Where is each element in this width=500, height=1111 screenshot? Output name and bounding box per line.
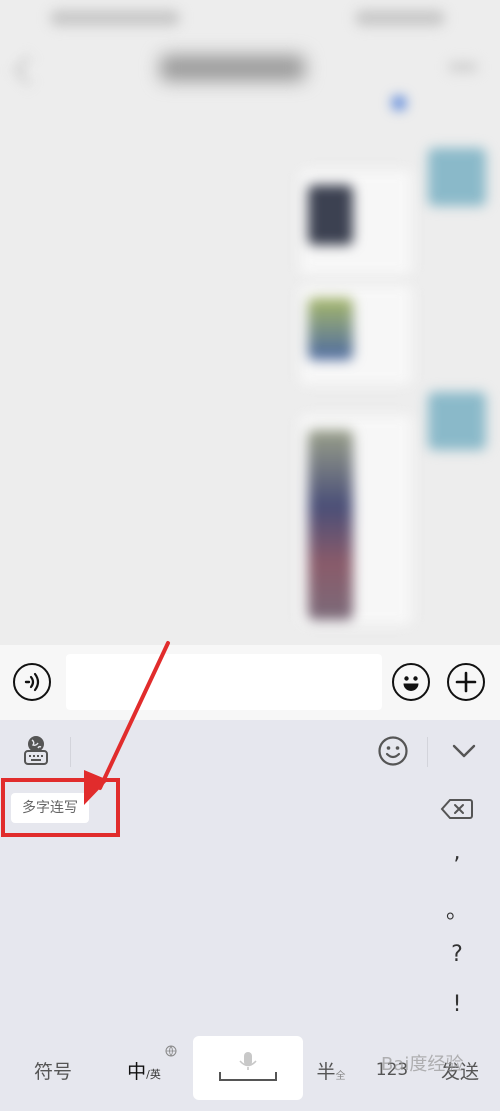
unread-dot <box>392 96 406 110</box>
avatar[interactable] <box>428 148 486 206</box>
symbols-key[interactable]: 符号 <box>18 1040 88 1100</box>
more-actions-button[interactable] <box>447 663 485 701</box>
message-input[interactable] <box>66 654 382 710</box>
backspace-icon <box>440 799 473 819</box>
status-time-carrier <box>50 10 180 26</box>
message-image[interactable] <box>308 298 353 360</box>
avatar[interactable] <box>428 392 486 450</box>
emoji-button[interactable] <box>392 663 430 701</box>
half-label: 半 <box>316 1060 336 1083</box>
chat-title <box>160 55 305 81</box>
en-label: /英 <box>146 1068 161 1081</box>
globe-keyboard-icon <box>24 736 48 765</box>
period-key[interactable]: 。 <box>437 893 477 925</box>
chat-area <box>0 0 500 645</box>
toolbar-divider <box>70 737 71 767</box>
toolbar-divider <box>427 737 428 767</box>
watermark: Bai度经验 <box>381 1054 464 1075</box>
more-icon[interactable] <box>448 62 478 72</box>
exclamation-key[interactable]: ! <box>437 992 477 1017</box>
backspace-key[interactable] <box>440 796 474 822</box>
symbols-key-label: 符号 <box>33 1060 72 1083</box>
full-label: 全 <box>335 1070 346 1082</box>
zh-label: 中 <box>127 1060 147 1083</box>
message-image[interactable] <box>308 430 353 620</box>
emoji-smile-icon <box>403 676 419 691</box>
keyboard-settings-button[interactable] <box>20 734 52 768</box>
status-bar <box>0 0 500 36</box>
globe-small-icon <box>165 1042 177 1057</box>
microphone-icon <box>219 1052 277 1081</box>
collapse-keyboard-button[interactable] <box>450 740 478 762</box>
back-arrow-icon[interactable] <box>13 55 44 86</box>
voice-button[interactable] <box>13 663 51 701</box>
question-key[interactable]: ? <box>437 942 477 967</box>
message-image[interactable] <box>308 185 353 245</box>
voice-wave-icon <box>24 672 40 692</box>
status-battery <box>355 10 445 26</box>
comma-key[interactable]: , <box>437 840 477 865</box>
plus-circle-icon <box>455 671 477 693</box>
half-full-width-key[interactable]: 半 全 <box>310 1040 352 1100</box>
space-key[interactable] <box>193 1036 303 1100</box>
chevron-down-icon <box>452 744 476 758</box>
keyboard-emoji-button[interactable] <box>377 735 409 767</box>
annotation-highlight-box <box>1 778 120 837</box>
emoji-outline-icon <box>378 736 408 766</box>
